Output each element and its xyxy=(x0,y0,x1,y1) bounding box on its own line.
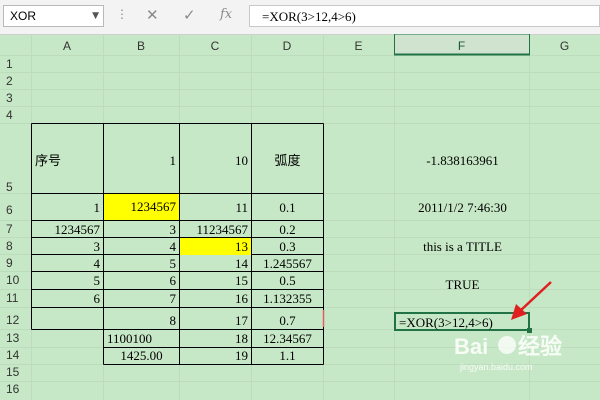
cell-b6-highlighted[interactable]: 1234567 xyxy=(104,194,179,220)
cancel-icon[interactable]: ✕ xyxy=(146,6,159,24)
cell-b10[interactable]: 6 xyxy=(104,272,179,289)
svg-text:jingyan.baidu.com: jingyan.baidu.com xyxy=(459,362,533,372)
row-header[interactable]: 11 xyxy=(0,290,31,307)
cell-c13[interactable]: 18 xyxy=(180,330,251,347)
row-header[interactable]: 2 xyxy=(0,73,31,90)
svg-text:经验: 经验 xyxy=(518,334,562,359)
row-header[interactable]: 8 xyxy=(0,238,31,255)
row-header[interactable]: 9 xyxy=(0,255,31,272)
column-header-b[interactable]: B xyxy=(103,38,179,55)
cell-f6[interactable]: 2011/1/2 7:46:30 xyxy=(395,199,530,216)
cell-b14[interactable]: 1425.00 xyxy=(104,347,179,364)
cell-c7[interactable]: 11234567 xyxy=(180,221,251,238)
cell-a11[interactable]: 6 xyxy=(32,290,103,307)
cell-f8[interactable]: this is a TITLE xyxy=(395,238,530,255)
cell-d13[interactable]: 12.34567 xyxy=(252,330,323,347)
row-header[interactable]: 3 xyxy=(0,90,31,107)
cell-b13[interactable]: 1100100 xyxy=(104,330,179,347)
cell-a5[interactable]: 序号 xyxy=(32,152,103,170)
cell-b9[interactable]: 5 xyxy=(104,255,179,272)
cell-f5[interactable]: -1.838163961 xyxy=(395,152,530,170)
cell-c12[interactable]: 17 xyxy=(180,312,251,329)
cell-d12[interactable]: 0.7 xyxy=(252,312,323,329)
cell-a8[interactable]: 3 xyxy=(32,238,103,255)
column-header-d[interactable]: D xyxy=(251,38,323,55)
more-dots-icon: ⋮ xyxy=(116,7,128,21)
cell-a7[interactable]: 1234567 xyxy=(32,221,103,238)
cell-b5[interactable]: 1 xyxy=(104,152,179,170)
chevron-down-icon[interactable]: ▼ xyxy=(92,11,99,21)
row-header[interactable]: 1 xyxy=(0,56,31,73)
cell-d9[interactable]: 1.245567 xyxy=(252,255,323,272)
cell-c5[interactable]: 10 xyxy=(180,152,251,170)
baidu-watermark: Bai 经验 jingyan.baidu.com xyxy=(454,334,562,372)
cell-a9[interactable]: 4 xyxy=(32,255,103,272)
row-header[interactable]: 6 xyxy=(0,202,31,219)
cell-a6[interactable]: 1 xyxy=(32,199,103,216)
column-header-a[interactable]: A xyxy=(31,38,103,55)
row-header[interactable]: 10 xyxy=(0,272,31,289)
row-header[interactable]: 7 xyxy=(0,221,31,238)
formula-bar[interactable]: =XOR(3>12,4>6) xyxy=(249,5,600,27)
formula-text: =XOR(3>12,4>6) xyxy=(262,9,356,24)
confirm-icon[interactable]: ✓ xyxy=(183,6,196,24)
cell-c8-highlighted[interactable]: 13 xyxy=(180,238,251,255)
cell-b8[interactable]: 4 xyxy=(104,238,179,255)
name-box[interactable]: XOR ▼ xyxy=(3,5,104,27)
cell-d5[interactable]: 弧度 xyxy=(252,152,323,170)
cell-c10[interactable]: 15 xyxy=(180,272,251,289)
cell-c9[interactable]: 14 xyxy=(180,255,251,272)
cell-d6[interactable]: 0.1 xyxy=(252,199,323,216)
row-header[interactable]: 15 xyxy=(0,364,31,381)
cell-f10[interactable]: TRUE xyxy=(395,276,530,293)
svg-text:Bai: Bai xyxy=(454,334,488,359)
row-header[interactable]: 5 xyxy=(0,180,31,194)
fx-icon[interactable]: fx xyxy=(220,7,232,22)
cell-b11[interactable]: 7 xyxy=(104,290,179,307)
row-header[interactable]: 14 xyxy=(0,347,31,364)
cell-c6[interactable]: 11 xyxy=(180,199,251,216)
row-header[interactable]: 4 xyxy=(0,107,31,124)
cell-c14[interactable]: 19 xyxy=(180,347,251,364)
row-header[interactable]: 13 xyxy=(0,330,31,347)
row-header[interactable]: 12 xyxy=(0,312,31,329)
cell-c11[interactable]: 16 xyxy=(180,290,251,307)
cell-d8[interactable]: 0.3 xyxy=(252,238,323,255)
row-header[interactable]: 16 xyxy=(0,381,31,398)
column-header-f[interactable]: F xyxy=(394,38,529,55)
column-header-e[interactable]: E xyxy=(323,38,394,55)
cell-d10[interactable]: 0.5 xyxy=(252,272,323,289)
active-cell-f12[interactable]: =XOR(3>12,4>6) xyxy=(394,312,530,331)
formula-toolbar: XOR ▼ ⋮ ✕ ✓ fx =XOR(3>12,4>6) xyxy=(0,0,600,35)
cell-d14[interactable]: 1.1 xyxy=(252,347,323,364)
cell-a10[interactable]: 5 xyxy=(32,272,103,289)
cell-b12[interactable]: 8 xyxy=(104,312,179,329)
cell-b7[interactable]: 3 xyxy=(104,221,179,238)
cell-d11[interactable]: 1.132355 xyxy=(252,290,323,307)
column-header-c[interactable]: C xyxy=(179,38,251,55)
column-header-g[interactable]: G xyxy=(529,38,600,55)
name-box-value: XOR xyxy=(10,9,37,23)
cell-d7[interactable]: 0.2 xyxy=(252,221,323,238)
